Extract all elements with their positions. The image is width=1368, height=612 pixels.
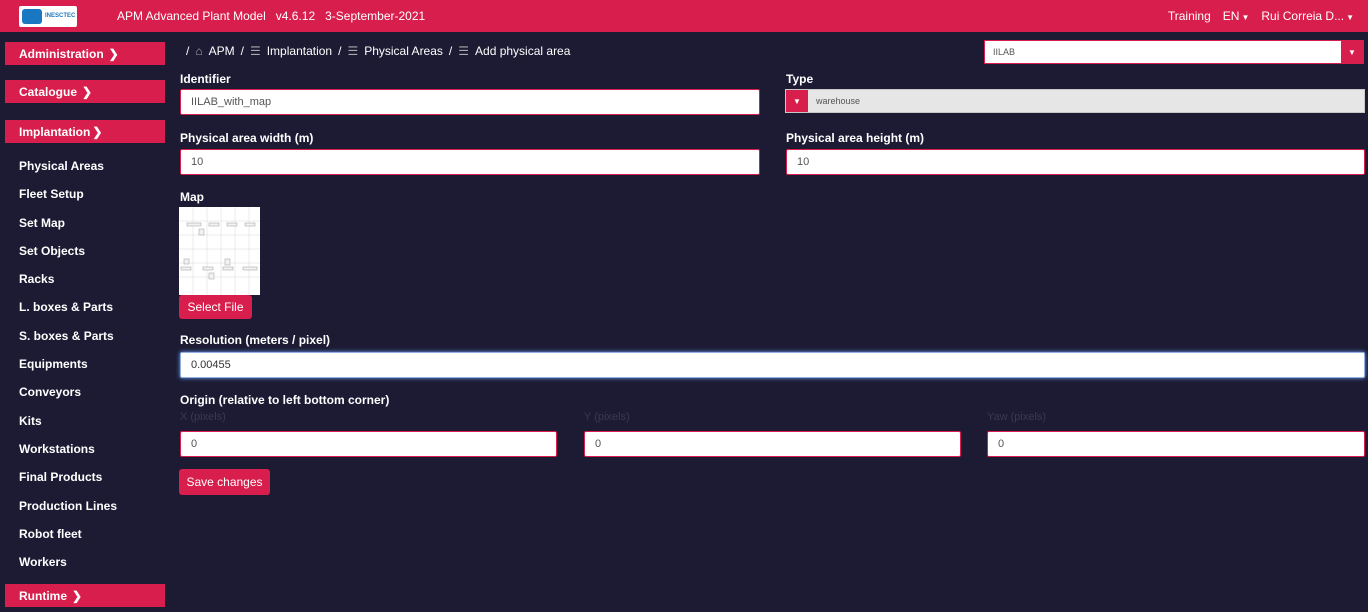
sidebar-section-implantation[interactable]: Implantation ❯ xyxy=(5,120,165,143)
sidebar-item-large-boxes[interactable]: L. boxes & Parts xyxy=(19,300,113,314)
select-file-button[interactable]: Select File xyxy=(179,295,252,319)
list-icon: ☰ xyxy=(249,44,261,58)
chevron-right-icon: ❯ xyxy=(108,46,119,61)
sidebar-item-small-boxes[interactable]: S. boxes & Parts xyxy=(19,329,114,343)
sidebar-item-equipments[interactable]: Equipments xyxy=(19,357,88,371)
user-dropdown[interactable]: Rui Correia D... ▼ xyxy=(1261,9,1354,23)
sidebar-item-racks[interactable]: Racks xyxy=(19,272,54,286)
section-label: Implantation xyxy=(19,124,91,139)
type-select[interactable]: ▼ warehouse xyxy=(785,89,1365,113)
project-select[interactable]: IILAB ▼ xyxy=(984,40,1364,64)
resolution-input[interactable]: 0.00455 xyxy=(180,352,1365,378)
sidebar-item-fleet-setup[interactable]: Fleet Setup xyxy=(19,187,84,201)
language-dropdown[interactable]: EN ▼ xyxy=(1223,9,1250,23)
sidebar-item-workstations[interactable]: Workstations xyxy=(19,442,95,456)
breadcrumb-separator: / xyxy=(186,44,190,58)
caret-down-icon[interactable]: ▼ xyxy=(786,90,808,112)
caret-down-icon: ▼ xyxy=(1346,13,1354,22)
caret-down-icon: ▼ xyxy=(1241,13,1250,22)
sidebar-section-administration[interactable]: Administration ❯ xyxy=(5,42,165,65)
logo-text: INESCTEC xyxy=(45,13,76,19)
breadcrumb-separator: / xyxy=(240,44,244,58)
breadcrumb-implantation[interactable]: Implantation xyxy=(267,44,332,58)
origin-x-label: X (pixels) xyxy=(180,411,226,423)
width-input[interactable]: 10 xyxy=(180,149,760,175)
inesctec-logo[interactable]: INESCTEC xyxy=(19,5,77,27)
map-preview-image xyxy=(179,207,260,295)
breadcrumb: / ⌂ APM / ☰ Implantation / ☰ Physical Ar… xyxy=(186,44,570,58)
sidebar: Administration ❯ Catalogue ❯ Implantatio… xyxy=(0,32,166,612)
sidebar-item-production-lines[interactable]: Production Lines xyxy=(19,499,117,513)
breadcrumb-separator: / xyxy=(448,44,453,58)
chevron-right-icon: ❯ xyxy=(72,588,83,603)
language-value: EN xyxy=(1222,9,1240,23)
sidebar-item-robot-fleet[interactable]: Robot fleet xyxy=(19,527,82,541)
origin-label: Origin (relative to left bottom corner) xyxy=(180,393,390,407)
height-label: Physical area height (m) xyxy=(786,131,925,145)
map-thumbnail xyxy=(179,207,260,295)
width-label: Physical area width (m) xyxy=(180,131,314,145)
list-icon: ☰ xyxy=(347,44,359,58)
sidebar-item-set-objects[interactable]: Set Objects xyxy=(19,244,85,258)
origin-x-input[interactable]: 0 xyxy=(180,431,557,457)
resolution-label: Resolution (meters / pixel) xyxy=(180,333,331,347)
sidebar-item-physical-areas[interactable]: Physical Areas xyxy=(19,159,104,173)
identifier-input[interactable]: IILAB_with_map xyxy=(180,89,760,115)
chevron-right-icon: ❯ xyxy=(82,84,93,99)
sidebar-item-workers[interactable]: Workers xyxy=(19,555,67,569)
breadcrumb-physical-areas[interactable]: Physical Areas xyxy=(364,44,443,58)
origin-y-label: Y (pixels) xyxy=(584,411,630,423)
type-label: Type xyxy=(786,72,814,86)
sidebar-item-conveyors[interactable]: Conveyors xyxy=(19,385,81,399)
origin-yaw-label: Yaw (pixels) xyxy=(987,411,1047,423)
section-label: Runtime xyxy=(19,588,67,603)
sidebar-item-set-map[interactable]: Set Map xyxy=(19,216,65,230)
sidebar-item-kits[interactable]: Kits xyxy=(19,414,42,428)
app-title: APM Advanced Plant Model v4.6.12 3-Septe… xyxy=(117,9,426,23)
origin-yaw-input[interactable]: 0 xyxy=(987,431,1365,457)
user-name: Rui Correia D... xyxy=(1261,9,1345,23)
section-label: Administration xyxy=(19,46,104,61)
project-select-value: IILAB xyxy=(993,47,1016,57)
top-bar: INESCTEC APM Advanced Plant Model v4.6.1… xyxy=(0,0,1368,32)
height-input[interactable]: 10 xyxy=(786,149,1365,175)
identifier-label: Identifier xyxy=(180,72,231,86)
breadcrumb-current: Add physical area xyxy=(475,44,571,58)
list-icon: ☰ xyxy=(458,44,470,58)
map-label: Map xyxy=(180,190,204,204)
type-select-value: warehouse xyxy=(816,96,861,106)
sidebar-section-runtime[interactable]: Runtime ❯ xyxy=(5,584,165,607)
caret-down-icon[interactable]: ▼ xyxy=(1341,40,1363,64)
home-icon: ⌂ xyxy=(195,44,203,58)
sidebar-item-final-products[interactable]: Final Products xyxy=(19,470,102,484)
top-right-menu: Training EN ▼ Rui Correia D... ▼ xyxy=(1168,9,1368,23)
origin-y-input[interactable]: 0 xyxy=(584,431,961,457)
breadcrumb-separator: / xyxy=(338,44,342,58)
sidebar-section-catalogue[interactable]: Catalogue ❯ xyxy=(5,80,165,103)
logo-mark-icon xyxy=(22,8,42,24)
chevron-down-icon: ❯ xyxy=(92,124,103,139)
save-changes-button[interactable]: Save changes xyxy=(179,469,270,495)
mode-label[interactable]: Training xyxy=(1168,9,1211,23)
section-label: Catalogue xyxy=(19,84,78,99)
breadcrumb-home[interactable]: APM xyxy=(209,44,235,58)
